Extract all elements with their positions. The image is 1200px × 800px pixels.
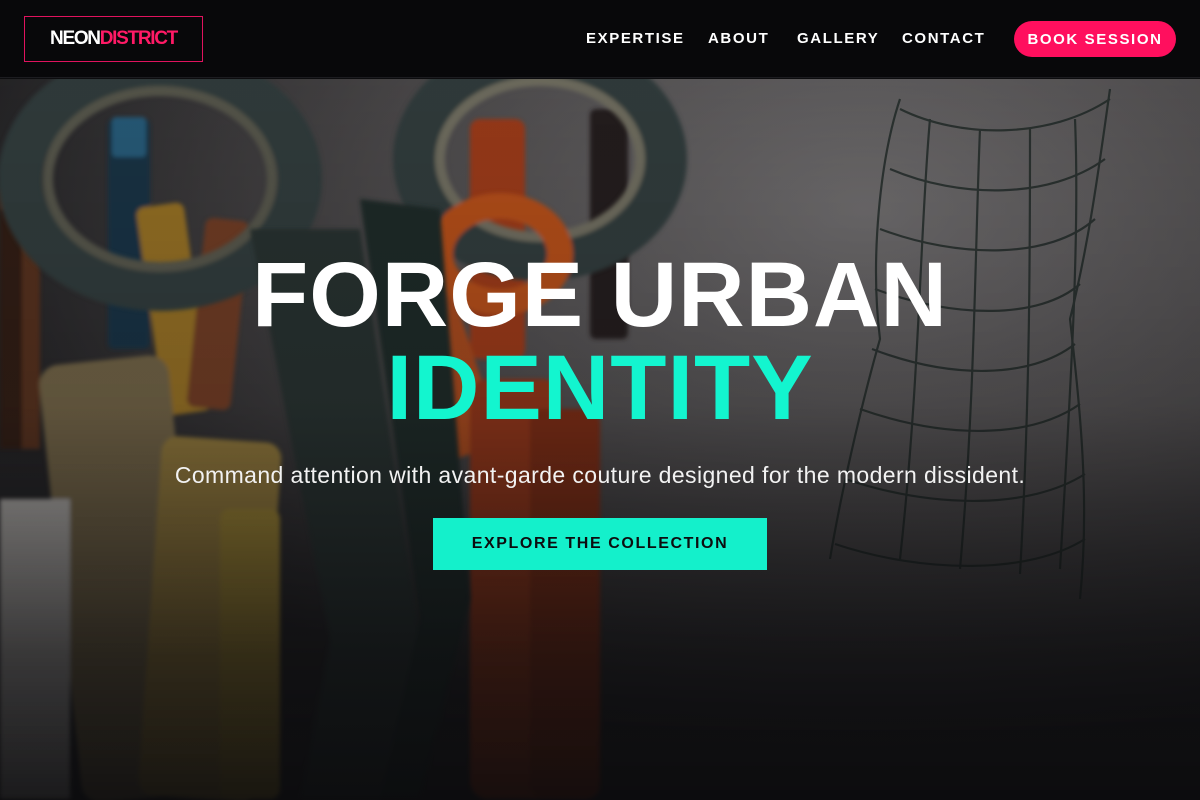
brand-logo[interactable]: NEON DISTRICT	[24, 16, 203, 62]
nav-link-gallery[interactable]: GALLERY	[797, 30, 879, 48]
hero-headline-line1: FORGE URBAN	[252, 244, 948, 346]
explore-collection-button[interactable]: EXPLORE THE COLLECTION	[433, 518, 767, 570]
nav-link-expertise[interactable]: EXPERTISE	[586, 30, 685, 48]
brand-word-neon: NEON	[50, 28, 101, 49]
brand-word-district: DISTRICT	[99, 28, 179, 49]
hero-dark-overlay	[0, 79, 1200, 800]
hero-headline-line2: IDENTITY	[386, 337, 814, 439]
book-session-button[interactable]: BOOK SESSION	[1014, 21, 1176, 57]
top-navigation-bar: NEON DISTRICT EXPERTISE ABOUT GALLERY CO…	[0, 0, 1200, 78]
hero-section: FORGE URBAN IDENTITY Command attention w…	[0, 79, 1200, 800]
hero-tagline: Command attention with avant-garde coutu…	[174, 462, 1026, 488]
nav-link-contact[interactable]: CONTACT	[902, 30, 985, 48]
nav-link-about[interactable]: ABOUT	[708, 30, 769, 48]
